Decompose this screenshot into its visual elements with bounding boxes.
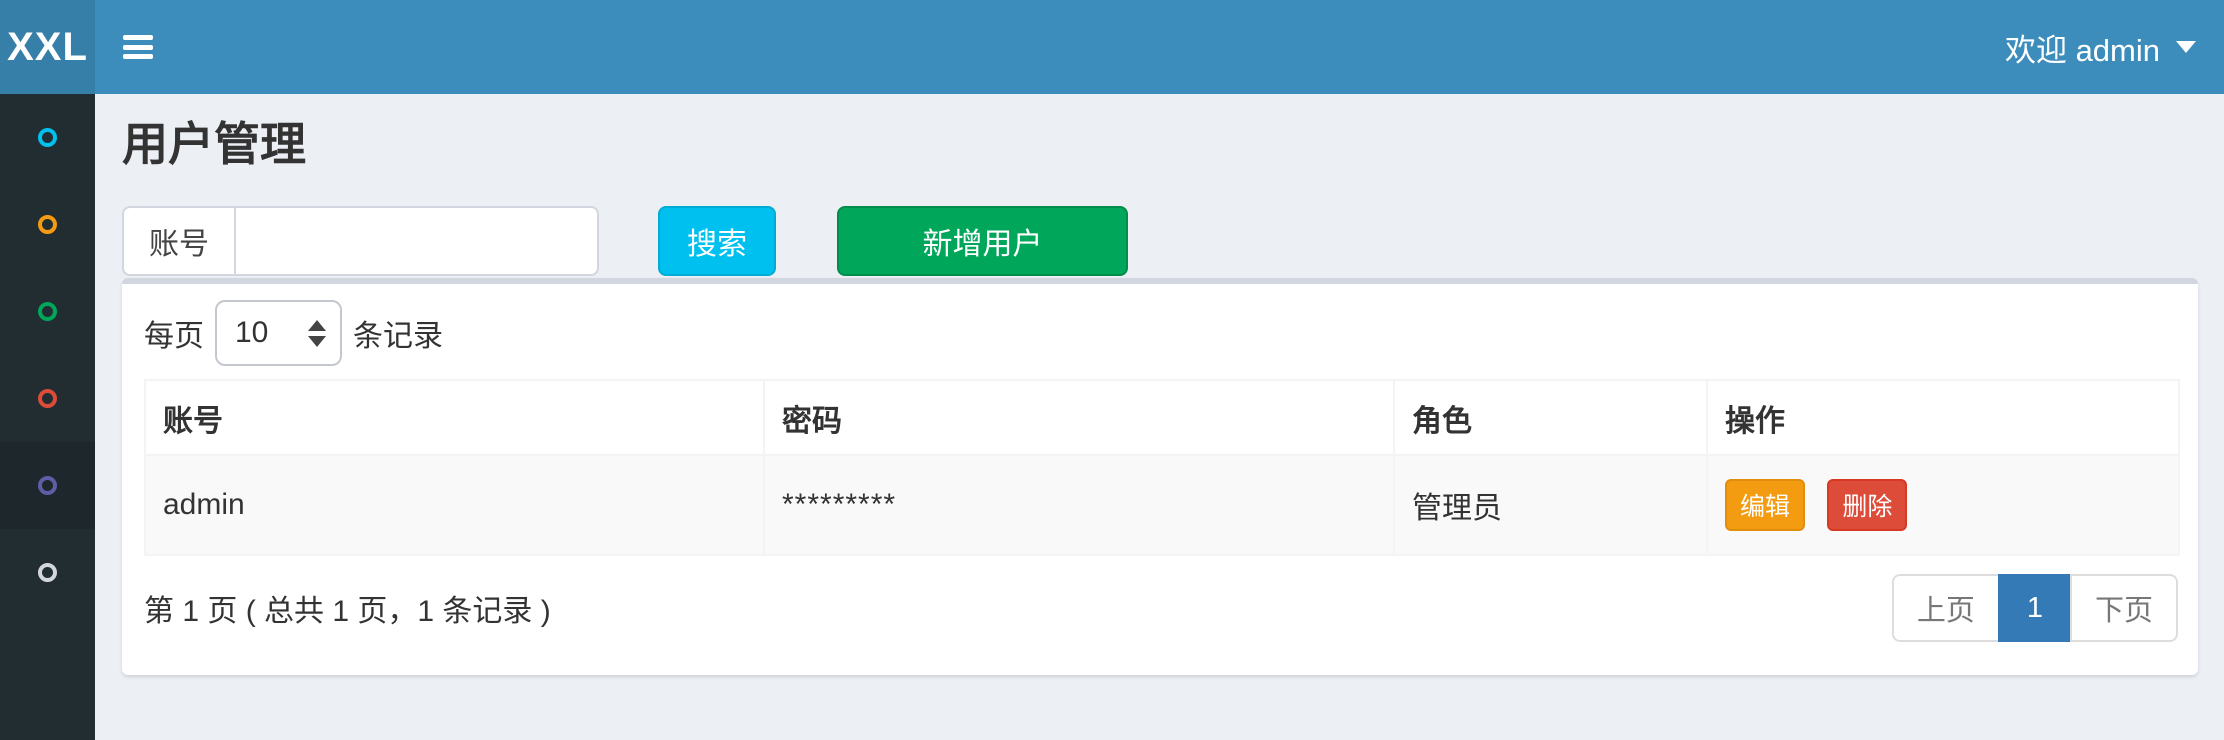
delete-button[interactable]: 删除 [1827, 479, 1907, 531]
sidebar-item-4[interactable] [0, 355, 95, 442]
chevron-down-icon [2176, 41, 2196, 53]
sidebar-item-3[interactable] [0, 268, 95, 355]
sidebar-toggle-hamburger-icon[interactable] [123, 35, 153, 59]
header-role: 角色 [1394, 380, 1707, 455]
account-search-input[interactable] [234, 206, 599, 276]
user-table-panel: 每页 10 条记录 账号 密码 角色 操作 [122, 278, 2198, 675]
circle-icon [38, 215, 57, 234]
page-size-suffix-label: 条记录 [353, 311, 443, 355]
welcome-label: 欢迎 admin [2005, 25, 2160, 70]
cell-actions: 编辑 删除 [1707, 455, 2179, 555]
search-button[interactable]: 搜索 [658, 206, 776, 276]
table-row: admin ********* 管理员 编辑 删除 [145, 455, 2179, 555]
circle-icon [38, 128, 57, 147]
page-size-select[interactable]: 10 [215, 300, 342, 366]
search-toolbar: 账号 搜索 新增用户 [122, 206, 2198, 276]
cell-password: ********* [764, 455, 1394, 555]
select-spinner-icon [308, 320, 326, 347]
cell-role: 管理员 [1394, 455, 1707, 555]
circle-icon [38, 302, 57, 321]
sidebar-item-5[interactable] [0, 442, 95, 529]
add-user-button[interactable]: 新增用户 [837, 206, 1128, 276]
header-actions: 操作 [1707, 380, 2179, 455]
user-table: 账号 密码 角色 操作 admin ********* 管理员 编辑 删除 [144, 379, 2180, 556]
pagination: 上页 1 下页 [1892, 574, 2178, 642]
cell-account: admin [145, 455, 764, 555]
top-navbar: XXL 欢迎 admin [0, 0, 2224, 94]
page-size-prefix-label: 每页 [144, 311, 204, 355]
navbar-main: 欢迎 admin [95, 0, 2224, 94]
account-input-group: 账号 [122, 206, 596, 276]
table-header-row: 账号 密码 角色 操作 [145, 380, 2179, 455]
pagination-info: 第 1 页 ( 总共 1 页，1 条记录 ) [144, 586, 551, 630]
sidebar-item-1[interactable] [0, 94, 95, 181]
pagination-prev-button[interactable]: 上页 [1892, 574, 2000, 642]
sidebar-item-2[interactable] [0, 181, 95, 268]
sidebar [0, 94, 95, 740]
user-menu[interactable]: 欢迎 admin [2005, 25, 2196, 70]
circle-icon [38, 476, 57, 495]
page-title: 用户管理 [122, 120, 2198, 168]
page-size-control: 每页 10 条记录 [144, 300, 2178, 366]
page-size-value: 10 [235, 316, 268, 350]
main-content: 用户管理 账号 搜索 新增用户 每页 10 条记录 账号 [95, 94, 2224, 740]
edit-button[interactable]: 编辑 [1725, 479, 1805, 531]
brand-logo[interactable]: XXL [0, 0, 95, 94]
header-password: 密码 [764, 380, 1394, 455]
table-footer: 第 1 页 ( 总共 1 页，1 条记录 ) 上页 1 下页 [144, 574, 2178, 642]
sidebar-item-6[interactable] [0, 529, 95, 616]
circle-icon [38, 389, 57, 408]
pagination-current-page[interactable]: 1 [1998, 574, 2072, 642]
header-account: 账号 [145, 380, 764, 455]
account-input-label: 账号 [122, 206, 234, 276]
pagination-next-button[interactable]: 下页 [2070, 574, 2178, 642]
circle-icon [38, 563, 57, 582]
